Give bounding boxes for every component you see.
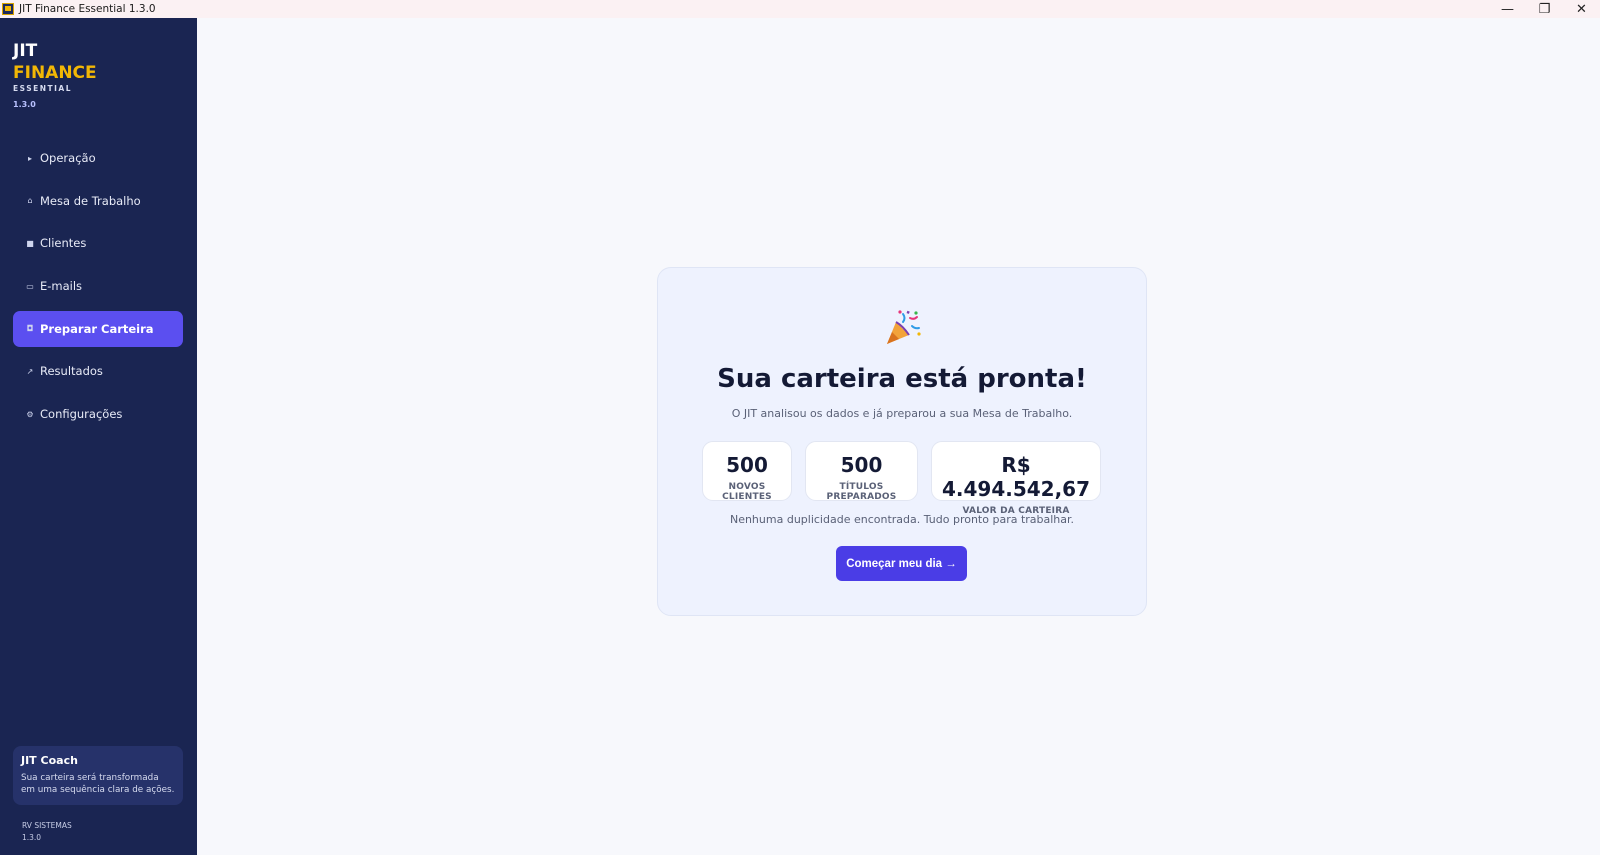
stat-value: R$ 4.494.542,67	[941, 453, 1091, 501]
stat-label: NOVOS CLIENTES	[722, 482, 772, 502]
sidebar-item-operacao[interactable]: ▸ Operação	[13, 140, 183, 176]
sidebar-item-label: Operação	[40, 151, 96, 165]
footer-brand: RV SISTEMAS 1.3.0	[22, 820, 72, 844]
sidebar-item-label: Mesa de Trabalho	[40, 193, 141, 208]
brand-version: 1.3.0	[13, 100, 36, 109]
sidebar-nav: ▸ Operação ⌂ Mesa de Trabalho ■ Clientes…	[13, 140, 183, 439]
page-subtitle: O JIT analisou os dados e já preparou a …	[731, 407, 1073, 420]
window-title: JIT Finance Essential 1.3.0	[19, 3, 156, 15]
trend-icon: ↗	[26, 366, 34, 376]
footer-company: RV SISTEMAS	[22, 821, 72, 830]
sidebar-item-label: E-mails	[40, 279, 83, 294]
mail-icon: ▭	[26, 281, 34, 291]
start-day-button[interactable]: Começar meu dia →	[836, 546, 967, 581]
party-popper-icon	[887, 310, 921, 344]
coach-text-line2: em uma sequência clara de ações.	[21, 785, 175, 795]
restore-button[interactable]: ❐	[1526, 0, 1563, 18]
coach-panel: JIT Coach Sua carteira será transformada…	[13, 746, 183, 805]
sidebar-item-preparar-carteira[interactable]: ◘ Preparar Carteira	[13, 310, 183, 347]
coach-title: JIT Coach	[21, 754, 78, 767]
close-button[interactable]: ✕	[1563, 0, 1600, 18]
minimize-button[interactable]: —	[1489, 0, 1526, 18]
portfolio-ready-card: Sua carteira está pronta! O JIT analisou…	[657, 267, 1147, 616]
page-title: Sua carteira está pronta!	[717, 364, 1087, 394]
brand-logo: JIT FINANCE ESSENTIAL 1.3.0	[13, 40, 97, 109]
sidebar-item-configuracoes[interactable]: ⚙ Configurações	[13, 396, 183, 432]
users-icon: ■	[26, 238, 34, 248]
status-note: Nenhuma duplicidade encontrada. Tudo pro…	[729, 513, 1075, 526]
play-icon: ▸	[27, 153, 32, 163]
sidebar-item-label: Preparar Carteira	[40, 321, 154, 336]
brand-jit: JIT	[13, 41, 38, 61]
sidebar-item-mesa-de-trabalho[interactable]: ⌂ Mesa de Trabalho	[13, 183, 183, 219]
stat-card-titulos-preparados: 500 TÍTULOS PREPARADOS	[805, 441, 918, 502]
sidebar-item-clientes[interactable]: ■ Clientes	[13, 225, 183, 261]
sidebar: JIT FINANCE ESSENTIAL 1.3.0 ▸ Operação ⌂…	[0, 18, 197, 855]
home-icon: ⌂	[27, 196, 33, 206]
window-titlebar: JIT Finance Essential 1.3.0 — ❐ ✕	[0, 0, 1600, 18]
stat-value: 500	[726, 453, 768, 477]
stat-card-novos-clientes: 500 NOVOS CLIENTES	[702, 441, 792, 502]
sidebar-item-e-mails[interactable]: ▭ E-mails	[13, 268, 183, 304]
coach-text-line1: Sua carteira será transformada	[21, 773, 159, 783]
sidebar-item-label: Resultados	[40, 364, 103, 379]
sidebar-item-resultados[interactable]: ↗ Resultados	[13, 353, 183, 389]
brand-finance: FINANCE	[13, 63, 97, 83]
wallet-icon: ◘	[26, 324, 34, 334]
sidebar-item-label: Clientes	[40, 236, 87, 251]
stat-label: TÍTULOS PREPARADOS	[826, 482, 897, 502]
gear-icon: ⚙	[26, 409, 34, 419]
footer-version: 1.3.0	[22, 833, 42, 842]
stat-card-valor-da-carteira: R$ 4.494.542,67 VALOR DA CARTEIRA	[931, 441, 1101, 516]
sidebar-item-label: Configurações	[40, 407, 123, 422]
stat-value: 500	[840, 453, 883, 477]
app-icon	[2, 3, 14, 15]
window-controls: — ❐ ✕	[1489, 0, 1600, 18]
brand-essential: ESSENTIAL	[13, 84, 72, 93]
